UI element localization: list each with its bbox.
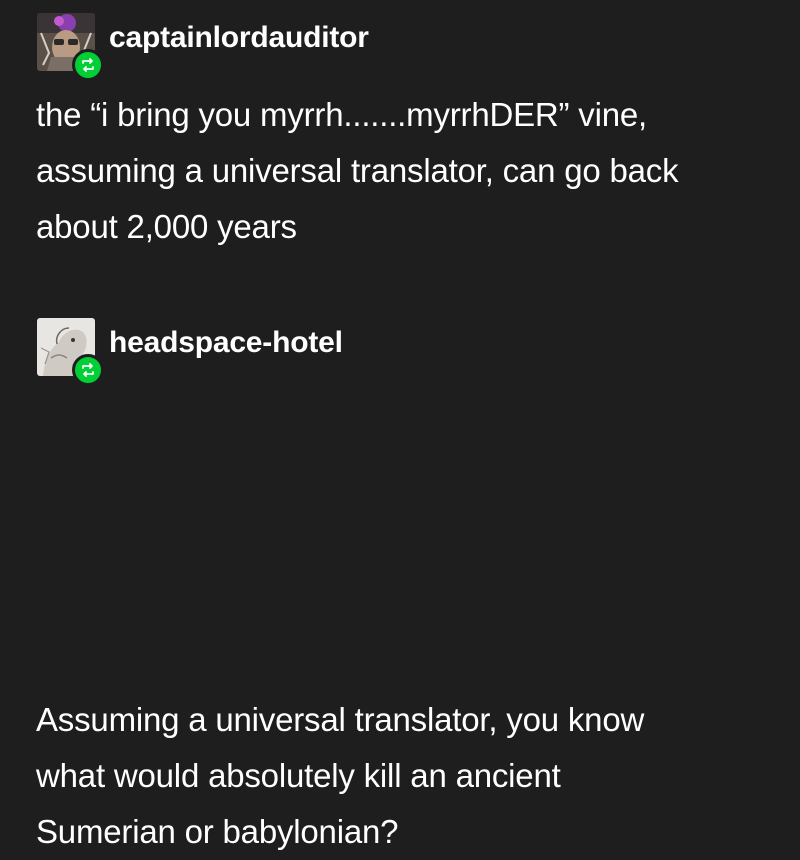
- post-text-line: about 2,000 years: [36, 208, 297, 245]
- post-text-line: the “i bring you myrrh.......myrrhDER” v…: [36, 96, 648, 133]
- reblog-icon: [72, 354, 104, 386]
- post: headspace-hotel Assuming a universal tra…: [0, 300, 800, 850]
- post-text-line: Sumerian or babylonian?: [36, 813, 399, 850]
- username[interactable]: headspace-hotel: [109, 325, 343, 361]
- avatar[interactable]: [37, 13, 104, 81]
- reblog-icon: [72, 49, 104, 81]
- post-text-line: assuming a universal translator, can go …: [36, 152, 679, 189]
- post-text-line: Assuming a universal translator, you kno…: [36, 701, 645, 738]
- post-header: headspace-hotel: [0, 300, 800, 390]
- post-header: captainlordauditor: [0, 0, 800, 90]
- username[interactable]: captainlordauditor: [109, 20, 369, 56]
- post-body: Assuming a universal translator, you kno…: [36, 692, 776, 860]
- post: captainlordauditor the “i bring you myrr…: [0, 0, 800, 245]
- post-text-line: what would absolutely kill an ancient: [36, 757, 561, 794]
- avatar[interactable]: [37, 318, 104, 386]
- post-body: the “i bring you myrrh.......myrrhDER” v…: [36, 87, 776, 255]
